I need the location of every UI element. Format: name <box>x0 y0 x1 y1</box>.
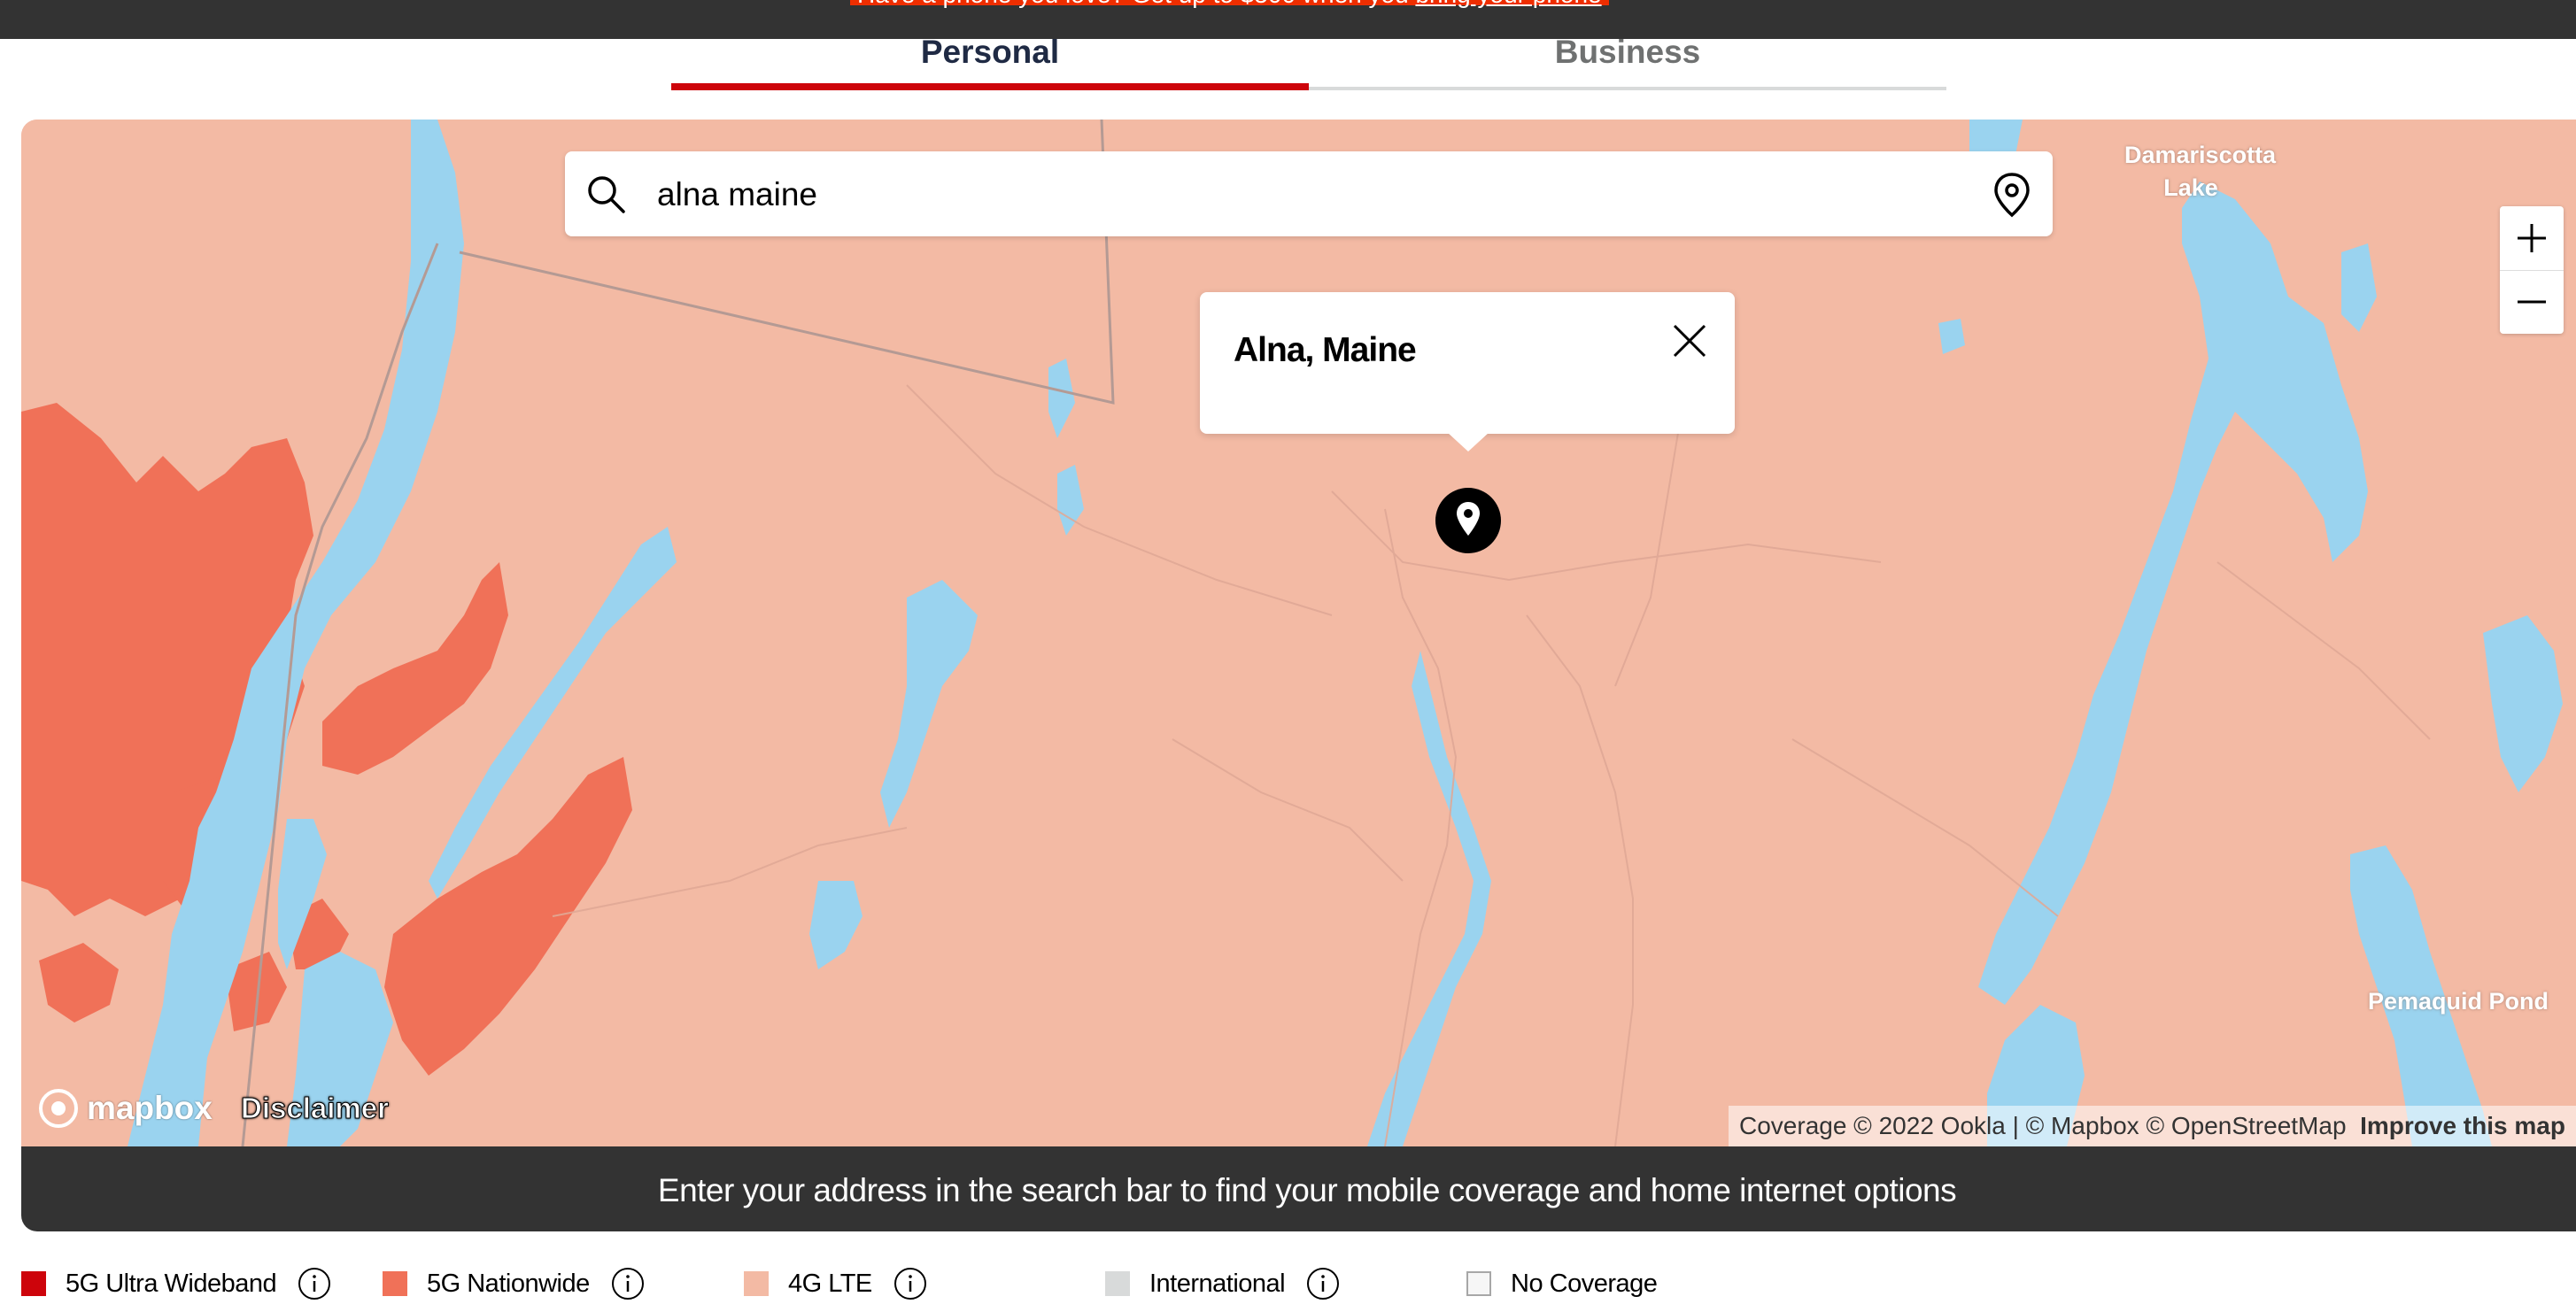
place-label-damariscotta-lake: Damariscotta Lake <box>2124 139 2276 205</box>
legend-label: 5G Nationwide <box>427 1269 590 1298</box>
map-background <box>21 120 2576 1146</box>
zoom-in-button[interactable] <box>2500 206 2564 271</box>
legend-label: No Coverage <box>1511 1269 1658 1298</box>
info-icon[interactable] <box>611 1267 645 1300</box>
close-icon[interactable] <box>1667 319 1712 363</box>
attribution-text[interactable]: Coverage © 2022 Ookla | © Mapbox © OpenS… <box>1739 1112 2347 1139</box>
tab-business[interactable]: Business <box>1309 35 1946 90</box>
legend-item-no-coverage: No Coverage <box>1466 1262 1658 1306</box>
location-popup: Alna, Maine <box>1200 292 1735 434</box>
search-bar <box>565 151 2053 236</box>
popup-pointer <box>1447 432 1489 451</box>
mapbox-logo[interactable]: mapbox <box>37 1087 213 1130</box>
place-label-line1: Damariscotta <box>2124 142 2277 168</box>
coverage-map[interactable]: Damariscotta Lake Pemaquid Pond Alna, Mai… <box>21 120 2576 1146</box>
disclaimer-link[interactable]: Disclaimer <box>241 1092 390 1125</box>
legend-swatch <box>383 1271 407 1296</box>
popup-title: Alna, Maine <box>1234 331 1417 369</box>
improve-map-link[interactable]: Improve this map <box>2360 1112 2565 1139</box>
promo-message: Have a phone you love? Get up to $500 wh… <box>857 0 1415 8</box>
zoom-control <box>2500 206 2564 334</box>
mapbox-wordmark: mapbox <box>87 1090 213 1126</box>
legend-swatch <box>744 1271 769 1296</box>
map-attribution: Coverage © 2022 Ookla | © Mapbox © OpenS… <box>1729 1106 2576 1146</box>
mapbox-icon <box>39 1089 78 1128</box>
legend-swatch <box>1105 1271 1130 1296</box>
legend-item-5g-nationwide: 5G Nationwide <box>383 1262 645 1306</box>
info-bar-text: Enter your address in the search bar to … <box>657 1172 1957 1208</box>
promo-link[interactable]: bring your phone <box>1415 0 1601 8</box>
info-icon[interactable] <box>1306 1267 1340 1300</box>
legend-swatch <box>1466 1271 1491 1296</box>
coverage-legend: 5G Ultra Wideband 5G Nationwide 4G LTE I… <box>21 1262 2554 1306</box>
map-marker[interactable] <box>1435 488 1501 553</box>
info-bar: Enter your address in the search bar to … <box>21 1146 2576 1231</box>
legend-item-international: International <box>1105 1262 1340 1306</box>
plan-tabs: Personal Business <box>671 35 1946 90</box>
legend-swatch <box>21 1271 46 1296</box>
legend-label: 5G Ultra Wideband <box>66 1269 277 1298</box>
place-label-pemaquid-pond: Pemaquid Pond <box>2368 988 2549 1015</box>
location-pin-icon[interactable] <box>1991 171 2033 219</box>
search-icon[interactable] <box>584 173 629 217</box>
promo-text: Have a phone you love? Get up to $500 wh… <box>850 0 1609 8</box>
zoom-out-button[interactable] <box>2500 270 2564 334</box>
tab-personal[interactable]: Personal <box>671 35 1309 90</box>
place-label-line2: Lake <box>2163 174 2218 201</box>
info-icon[interactable] <box>298 1267 331 1300</box>
search-input[interactable] <box>655 167 1916 222</box>
marker-pin-icon <box>1457 502 1480 536</box>
legend-item-4g-lte: 4G LTE <box>744 1262 927 1306</box>
legend-label: 4G LTE <box>788 1269 872 1298</box>
legend-item-5g-ultra-wideband: 5G Ultra Wideband <box>21 1262 331 1306</box>
legend-label: International <box>1149 1269 1286 1298</box>
info-icon[interactable] <box>893 1267 927 1300</box>
promo-banner: Have a phone you love? Get up to $500 wh… <box>0 0 2576 39</box>
